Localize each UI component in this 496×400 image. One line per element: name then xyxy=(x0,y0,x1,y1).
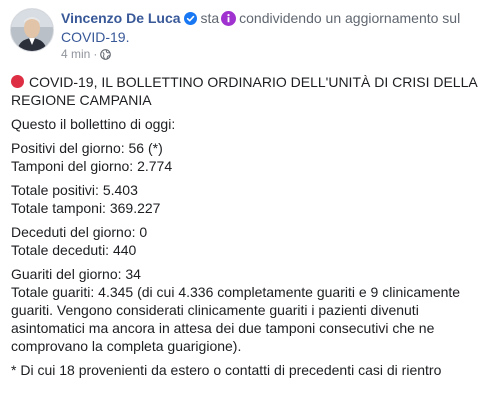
activity-text: condividendo un aggiornamento sul xyxy=(239,10,461,26)
tamponi-line: Tamponi del giorno: 2.774 xyxy=(11,158,173,174)
red-circle-icon xyxy=(11,75,24,88)
bulletin-intro: Questo il bollettino di oggi: xyxy=(11,116,176,132)
post-body: COVID-19, IL BOLLETTINO ORDINARIO DELL'U… xyxy=(11,73,489,379)
deceduti-line: Deceduti del giorno: 0 xyxy=(11,224,148,240)
footnote-line: * Di cui 18 provenienti da estero o cont… xyxy=(11,362,442,378)
author-name[interactable]: Vincenzo De Luca xyxy=(61,10,181,26)
author-avatar[interactable] xyxy=(10,8,54,52)
activity-topic-link[interactable]: COVID-19. xyxy=(61,29,129,45)
positivi-line: Positivi del giorno: 56 (*) xyxy=(11,140,163,156)
activity-verb: sta xyxy=(200,10,220,26)
totale-guariti-line: Totale guariti: 4.345 (di cui 4.336 comp… xyxy=(11,284,461,354)
facebook-post: Vincenzo De Luca sta condividendo un aggi… xyxy=(0,0,496,400)
post-header: Vincenzo De Luca sta condividendo un aggi… xyxy=(61,9,486,47)
meta-separator: · xyxy=(93,47,98,61)
post-headline: COVID-19, IL BOLLETTINO ORDINARIO DELL'U… xyxy=(11,74,477,108)
totale-tamponi-line: Totale tamponi: 369.227 xyxy=(11,200,161,216)
post-meta: 4 min · xyxy=(61,47,112,62)
totale-deceduti-line: Totale deceduti: 440 xyxy=(11,242,137,258)
guariti-line: Guariti del giorno: 34 xyxy=(11,266,141,282)
info-icon xyxy=(221,11,237,26)
globe-icon[interactable] xyxy=(100,49,112,60)
totale-positivi-line: Totale positivi: 5.403 xyxy=(11,182,138,198)
verified-badge-icon xyxy=(183,11,197,25)
post-timestamp[interactable]: 4 min xyxy=(61,47,90,61)
